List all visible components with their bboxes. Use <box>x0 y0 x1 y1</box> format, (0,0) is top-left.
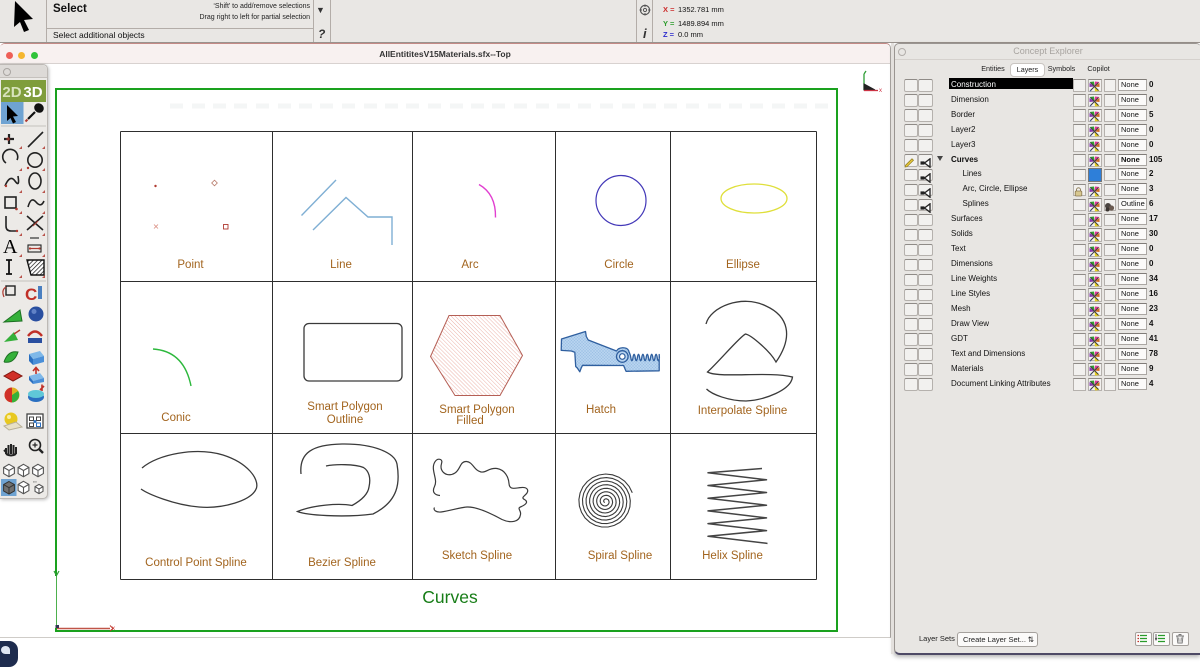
svg-text:Filled: Filled <box>456 415 483 427</box>
svg-text:Arc: Arc <box>461 259 479 271</box>
svg-text:Conic: Conic <box>161 412 191 424</box>
svg-text:Spiral Spline: Spiral Spline <box>588 550 653 562</box>
svg-text:Outline: Outline <box>327 414 363 426</box>
svg-text:Sketch Spline: Sketch Spline <box>442 550 512 562</box>
svg-text:Smart Polygon: Smart Polygon <box>307 401 382 413</box>
svg-text:2D: 2D <box>2 84 21 101</box>
svg-text:▪▪▪: ▪▪▪ <box>33 480 37 484</box>
svg-text:Control Point Spline: Control Point Spline <box>145 557 247 569</box>
svg-text:Hatch: Hatch <box>586 404 616 416</box>
svg-text:Circle: Circle <box>604 259 633 271</box>
svg-text:x: x <box>879 88 882 94</box>
svg-text:Curves: Curves <box>422 587 478 607</box>
svg-text:Ellipse: Ellipse <box>726 259 760 271</box>
svg-text:C: C <box>25 285 37 304</box>
svg-text:x: x <box>112 626 115 632</box>
svg-text:Point: Point <box>177 259 204 271</box>
svg-text:Bezier Spline: Bezier Spline <box>308 557 376 569</box>
svg-text:Line: Line <box>330 259 352 271</box>
svg-text:3D: 3D <box>23 84 42 101</box>
svg-text:Helix Spline: Helix Spline <box>702 550 763 562</box>
svg-text:Interpolate Spline: Interpolate Spline <box>698 405 788 417</box>
svg-text:A: A <box>3 236 18 258</box>
